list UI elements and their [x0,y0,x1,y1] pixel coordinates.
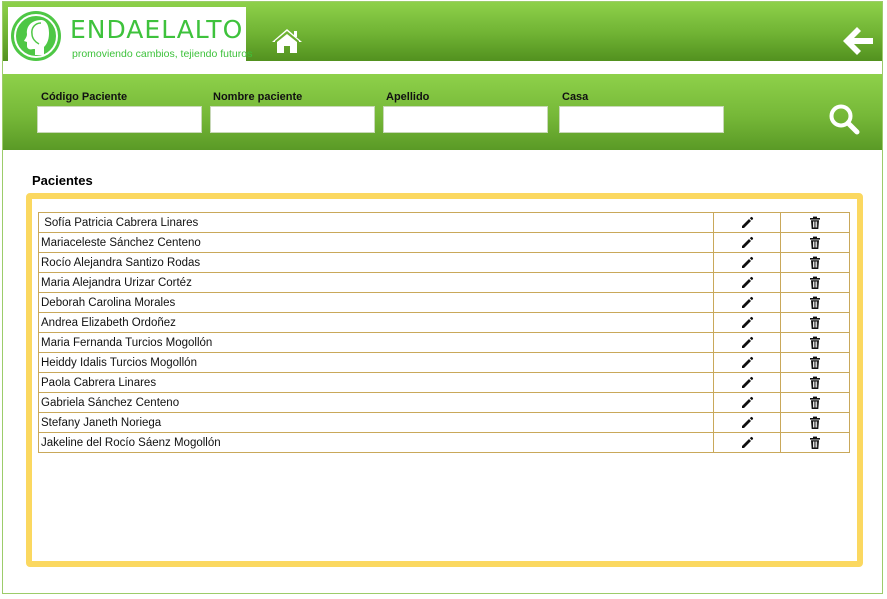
patient-name: Paola Cabrera Linares [38,372,714,393]
delete-cell [780,312,850,333]
search-icon[interactable] [827,102,861,136]
logo-face-icon [11,11,61,61]
pencil-icon[interactable] [740,256,754,270]
delete-cell [780,412,850,433]
edit-cell [713,292,781,313]
edit-cell [713,212,781,233]
table-row: Maria Alejandra Urizar Cortéz [38,272,850,293]
pencil-icon[interactable] [740,336,754,350]
table-row: Andrea Elizabeth Ordoñez [38,312,850,333]
brand-name: ENDAELALTO [70,15,244,44]
pencil-icon[interactable] [740,436,754,450]
table-row: Heiddy Idalis Turcios Mogollón [38,352,850,373]
table-row: Jakeline del Rocío Sáenz Mogollón [38,432,850,453]
trash-icon[interactable] [808,356,822,370]
pencil-icon[interactable] [740,416,754,430]
nombre-paciente-label: Nombre paciente [213,91,303,103]
codigo-paciente-label: Código Paciente [41,91,128,103]
delete-cell [780,432,850,453]
patient-name: Jakeline del Rocío Sáenz Mogollón [38,432,714,453]
apellido-label: Apellido [386,91,430,103]
edit-cell [713,332,781,353]
patient-name: Stefany Janeth Noriega [38,412,714,433]
edit-cell [713,272,781,293]
patient-name: Mariaceleste Sánchez Centeno [38,232,714,253]
trash-icon[interactable] [808,436,822,450]
delete-cell [780,392,850,413]
pencil-icon[interactable] [740,316,754,330]
delete-cell [780,232,850,253]
edit-cell [713,392,781,413]
pencil-icon[interactable] [740,276,754,290]
search-bar: Código Paciente Nombre paciente Apellido… [3,74,882,150]
patient-name: Gabriela Sánchez Centeno [38,392,714,413]
edit-cell [713,312,781,333]
trash-icon[interactable] [808,296,822,310]
pencil-icon[interactable] [740,216,754,230]
apellido-input[interactable] [383,106,548,133]
pencil-icon[interactable] [740,236,754,250]
pencil-icon[interactable] [740,376,754,390]
trash-icon[interactable] [808,316,822,330]
table-row: Sofía Patricia Cabrera Linares [38,212,850,233]
casa-label: Casa [562,91,589,103]
patient-name: Heiddy Idalis Turcios Mogollón [38,352,714,373]
delete-cell [780,212,850,233]
trash-icon[interactable] [808,216,822,230]
pencil-icon[interactable] [740,356,754,370]
patient-name: Sofía Patricia Cabrera Linares [38,212,714,233]
edit-cell [713,372,781,393]
delete-cell [780,272,850,293]
nombre-paciente-input[interactable] [210,106,375,133]
arrow-left-icon[interactable] [843,25,875,55]
table-row: Maria Fernanda Turcios Mogollón [38,332,850,353]
pencil-icon[interactable] [740,396,754,410]
logo: ENDAELALTO promoviendo cambios, tejiendo… [8,7,252,63]
trash-icon[interactable] [808,376,822,390]
patient-name: Andrea Elizabeth Ordoñez [38,312,714,333]
trash-icon[interactable] [808,416,822,430]
edit-cell [713,412,781,433]
home-icon[interactable] [271,27,303,55]
table-row: Mariaceleste Sánchez Centeno [38,232,850,253]
pencil-icon[interactable] [740,296,754,310]
section-title: Pacientes [32,173,93,188]
trash-icon[interactable] [808,276,822,290]
table-row: Gabriela Sánchez Centeno [38,392,850,413]
table-row: Deborah Carolina Morales [38,292,850,313]
top-header: ENDAELALTO promoviendo cambios, tejiendo… [3,2,882,63]
patient-name: Deborah Carolina Morales [38,292,714,313]
edit-cell [713,252,781,273]
trash-icon[interactable] [808,396,822,410]
patients-table: Sofía Patricia Cabrera Linares Mariaceles… [38,212,850,453]
casa-input[interactable] [559,106,724,133]
delete-cell [780,252,850,273]
patient-name: Maria Alejandra Urizar Cortéz [38,272,714,293]
delete-cell [780,372,850,393]
delete-cell [780,292,850,313]
trash-icon[interactable] [808,236,822,250]
patient-name: Maria Fernanda Turcios Mogollón [38,332,714,353]
edit-cell [713,432,781,453]
edit-cell [713,352,781,373]
trash-icon[interactable] [808,336,822,350]
table-row: Paola Cabrera Linares [38,372,850,393]
brand-tagline: promoviendo cambios, tejiendo futuros [72,48,253,60]
codigo-paciente-input[interactable] [37,106,202,133]
edit-cell [713,232,781,253]
patient-name: Rocío Alejandra Santizo Rodas [38,252,714,273]
trash-icon[interactable] [808,256,822,270]
table-row: Stefany Janeth Noriega [38,412,850,433]
delete-cell [780,332,850,353]
table-row: Rocío Alejandra Santizo Rodas [38,252,850,273]
delete-cell [780,352,850,373]
